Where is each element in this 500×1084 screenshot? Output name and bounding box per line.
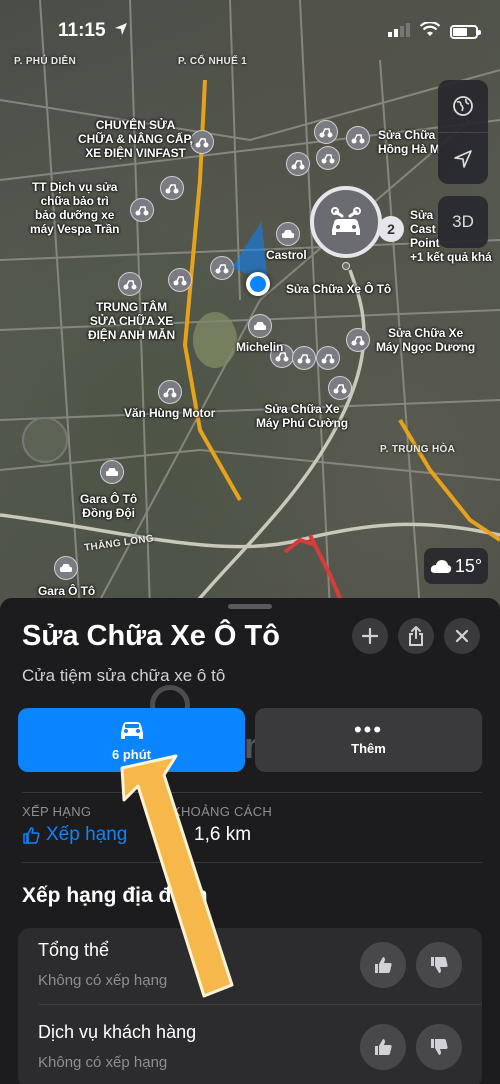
poi-pin[interactable]: [286, 152, 310, 176]
weather-badge: 15°: [424, 548, 488, 584]
rating-value[interactable]: Xếp hạng: [22, 824, 127, 846]
thumbs-up-icon: [375, 1039, 392, 1055]
rating-row-status: Không có xếp hạng: [38, 1054, 168, 1071]
locate-me-button[interactable]: [438, 132, 488, 184]
rating-row-name: Tổng thể: [38, 940, 110, 960]
section-title: Xếp hạng địa điểm: [22, 884, 208, 907]
map-view[interactable]: 11:15 P. PHÚ DIỄN P. CỔ NHUẾ 1 P. TRUNG …: [0, 0, 500, 610]
car-icon: [120, 721, 143, 739]
poi-pin[interactable]: [190, 130, 214, 154]
directions-button[interactable]: 6 phút: [18, 708, 245, 772]
poi-label[interactable]: Sửa Chữa Xe Máy Ngọc Dương: [376, 326, 475, 354]
rating-row: Tổng thể Không có xếp hạng: [18, 928, 482, 1006]
battery-icon: [450, 25, 481, 39]
poi-label[interactable]: TRUNG TÂM SỬA CHỮA XE ĐIỆN ANH MẪN: [88, 300, 175, 342]
poi-label[interactable]: Văn Hùng Motor: [124, 406, 215, 420]
poi-pin[interactable]: [346, 126, 370, 150]
thumbs-up-button[interactable]: [360, 942, 406, 988]
map-controls: [438, 80, 488, 184]
road-network: [0, 0, 500, 610]
distance-value: 1,6 km: [172, 824, 251, 846]
rating-card: Tổng thể Không có xếp hạng Dịch vụ khách…: [18, 928, 482, 1084]
thumbs-down-icon: [431, 1039, 448, 1055]
poi-pin[interactable]: [292, 346, 316, 370]
poi-pin[interactable]: [158, 380, 182, 404]
distance-value-text: 1,6 km: [194, 824, 252, 845]
thumbs-up-icon: [375, 957, 392, 973]
3d-toggle-button[interactable]: 3D: [438, 196, 488, 248]
location-arrow-icon: [454, 149, 472, 168]
close-icon: [455, 629, 469, 643]
share-icon: [409, 626, 423, 646]
location-services-icon: [114, 22, 128, 41]
plus-icon: [362, 628, 378, 644]
poi-label[interactable]: Gara Ô Tô Đồng Đội: [80, 492, 137, 520]
rating-value-text: Xếp hạng: [46, 824, 128, 845]
map-controls-3d: 3D: [438, 196, 488, 248]
poi-pin[interactable]: [248, 314, 272, 338]
thumbs-down-button[interactable]: [416, 1024, 462, 1070]
district-label: P. TRUNG HÒA: [380, 444, 456, 455]
poi-pin[interactable]: [328, 376, 352, 400]
poi-label[interactable]: Gara Ô Tô: [38, 584, 95, 598]
thumbs-down-button[interactable]: [416, 942, 462, 988]
poi-pin[interactable]: [168, 268, 192, 292]
temperature: 15°: [454, 555, 483, 576]
thumbs-down-icon: [431, 957, 448, 973]
poi-label[interactable]: Michelin: [236, 340, 283, 354]
user-location-dot[interactable]: [246, 272, 270, 296]
poi-pin[interactable]: [54, 556, 78, 580]
rating-row: Dịch vụ khách hàng Không có xếp hạng: [18, 1010, 482, 1084]
thumbs-up-icon: [23, 827, 40, 844]
add-button[interactable]: [352, 618, 388, 654]
poi-pin[interactable]: [210, 256, 234, 280]
poi-pin[interactable]: [130, 198, 154, 222]
poi-pin[interactable]: [160, 176, 184, 200]
poi-pin[interactable]: [346, 328, 370, 352]
close-button[interactable]: [444, 618, 480, 654]
poi-pin[interactable]: [316, 346, 340, 370]
divider: [22, 792, 482, 793]
rating-label: XẾP HẠNG: [22, 804, 92, 819]
cloud-icon: [430, 560, 452, 573]
poi-label[interactable]: TT Dịch vụ sửa chữa bảo trì bảo dưỡng xe…: [30, 180, 119, 236]
selected-place-pin[interactable]: [310, 186, 382, 258]
walking-distance-icon: [174, 827, 186, 844]
car-repair-icon: [331, 207, 361, 235]
cluster-badge[interactable]: 2: [378, 216, 404, 242]
directions-eta: 6 phút: [112, 746, 151, 762]
row-separator: [38, 1004, 482, 1005]
map-mode-button[interactable]: [438, 80, 488, 132]
distance-label: KHOẢNG CÁCH: [172, 804, 273, 819]
more-label: Thêm: [351, 740, 386, 756]
district-label: P. PHÚ DIỄN: [14, 56, 77, 67]
wifi-icon: [419, 21, 441, 42]
status-time: 11:15: [58, 20, 106, 41]
poi-label[interactable]: Castrol: [266, 248, 307, 262]
divider: [22, 862, 482, 863]
rating-row-status: Không có xếp hạng: [38, 972, 168, 989]
more-button[interactable]: ••• Thêm: [255, 708, 482, 772]
district-label: P. CỔ NHUẾ 1: [178, 56, 247, 67]
poi-pin[interactable]: [100, 460, 124, 484]
pin-tail: [342, 262, 350, 270]
poi-pin[interactable]: [118, 272, 142, 296]
status-bar: 11:15: [0, 0, 500, 56]
place-title: Sửa Chữa Xe Ô Tô: [22, 620, 280, 652]
ellipsis-icon: •••: [353, 716, 384, 742]
thumbs-up-button[interactable]: [360, 1024, 406, 1070]
poi-label[interactable]: Sửa Chữa Xe Máy Phú Cường: [256, 402, 348, 430]
poi-pin[interactable]: [316, 146, 340, 170]
poi-label[interactable]: CHUYÊN SỬA CHỮA & NÂNG CẤP, XE ĐIỆN VINF…: [78, 118, 193, 160]
share-button[interactable]: [398, 618, 434, 654]
poi-label[interactable]: Sửa Chữa Xe Ô Tô: [286, 282, 391, 296]
rating-row-name: Dịch vụ khách hàng: [38, 1022, 197, 1042]
poi-label[interactable]: Sửa Chữa Hồng Hà M: [378, 128, 440, 156]
globe-icon: [453, 96, 473, 116]
signal-icon: [388, 22, 410, 42]
place-card-sheet: Sửa Chữa Xe Ô Tô Cửa tiệm sửa chữa xe ô …: [0, 598, 500, 1084]
poi-pin[interactable]: [314, 120, 338, 144]
sheet-grabber[interactable]: [228, 604, 272, 609]
